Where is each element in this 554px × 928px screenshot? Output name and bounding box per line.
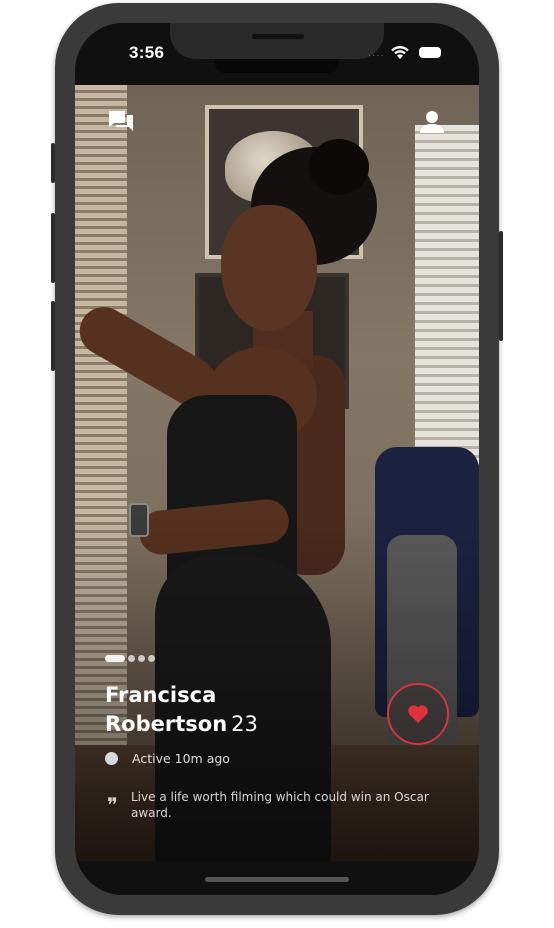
profile-age: 23 bbox=[231, 712, 258, 736]
profile-bio: Live a life worth filming which could wi… bbox=[131, 790, 429, 820]
volume-up-button bbox=[51, 213, 55, 283]
quote-icon: ❞ bbox=[107, 793, 118, 817]
home-indicator[interactable] bbox=[205, 877, 349, 882]
status-bar: 3:56 ···· bbox=[75, 23, 479, 85]
photo-pager[interactable] bbox=[105, 655, 155, 662]
status-dot-icon bbox=[105, 752, 118, 765]
status-time: 3:56 bbox=[129, 43, 165, 62]
active-status-text: Active 10m ago bbox=[132, 751, 230, 766]
pager-dot[interactable] bbox=[138, 655, 145, 662]
profile-last-name: Robertson bbox=[105, 712, 228, 736]
pager-dot[interactable] bbox=[128, 655, 135, 662]
person-icon[interactable] bbox=[419, 109, 445, 135]
power-button bbox=[499, 231, 503, 341]
battery-icon bbox=[419, 47, 441, 58]
profile-first-name: Francisca bbox=[105, 683, 217, 707]
earpiece-speaker bbox=[252, 34, 304, 39]
like-button[interactable] bbox=[387, 683, 449, 745]
volume-down-button bbox=[51, 301, 55, 371]
wifi-icon bbox=[391, 46, 409, 59]
chat-bubbles-icon[interactable] bbox=[107, 109, 135, 135]
pager-dot[interactable] bbox=[148, 655, 155, 662]
mute-switch bbox=[51, 143, 55, 183]
bottom-bar bbox=[75, 861, 479, 895]
notch-cutout bbox=[215, 59, 339, 73]
profile-photo[interactable]: Francisca Robertson 23 Active 10m ago ❞ L… bbox=[75, 85, 479, 861]
profile-name: Francisca Robertson 23 bbox=[105, 681, 365, 739]
phone-frame: 3:56 ···· Francisca Robertson 23 Active … bbox=[51, 3, 503, 915]
active-status-row: Active 10m ago bbox=[105, 751, 230, 766]
phone-screen: 3:56 ···· Francisca Robertson 23 Active … bbox=[75, 23, 479, 895]
signal-dots: ···· bbox=[368, 51, 385, 62]
heart-icon bbox=[408, 705, 428, 723]
notch bbox=[170, 23, 384, 59]
pager-dot-active[interactable] bbox=[105, 655, 125, 662]
